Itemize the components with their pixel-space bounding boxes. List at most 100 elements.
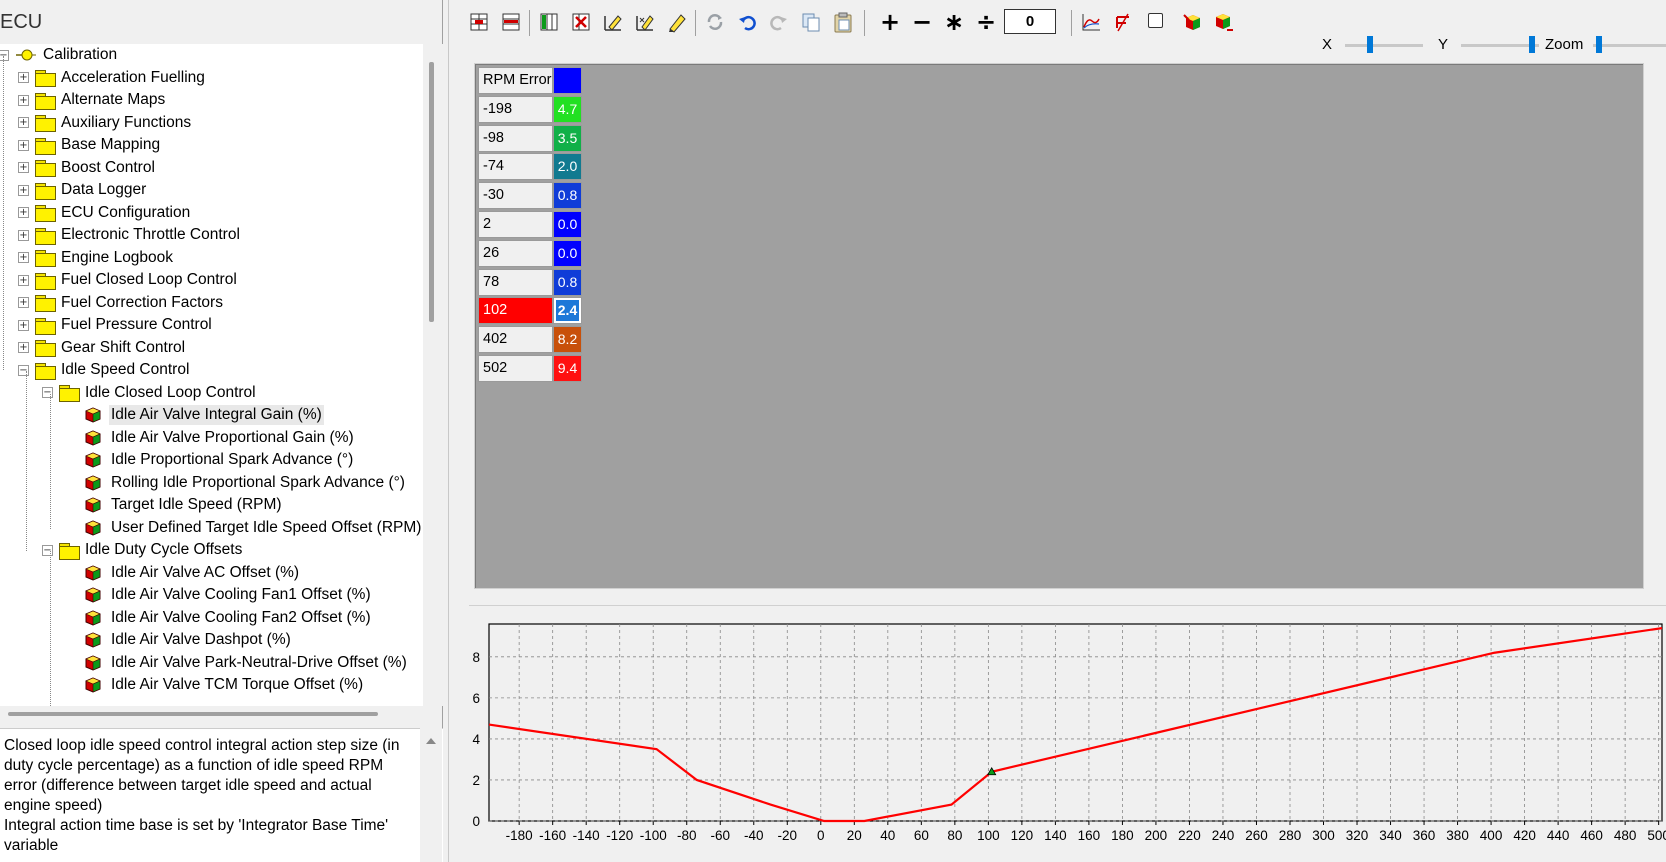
tree-folder[interactable]: + Acceleration Fuelling xyxy=(18,67,207,89)
x-slider-track[interactable] xyxy=(1345,44,1423,47)
table-value-cell[interactable]: 0.0 xyxy=(553,239,582,267)
tree-item[interactable]: Idle Air Valve AC Offset (%) xyxy=(66,562,301,584)
tree-item[interactable]: Idle Air Valve Proportional Gain (%) xyxy=(66,427,356,449)
collapse-icon[interactable]: − xyxy=(42,544,53,556)
calibration-tree[interactable]: − Calibration + Acceleration Fuelling + Alter… xyxy=(0,44,423,706)
expand-icon[interactable]: + xyxy=(18,229,29,241)
refresh-button[interactable] xyxy=(703,10,727,34)
collapse-icon[interactable]: − xyxy=(0,49,9,61)
tree-folder[interactable]: + Gear Shift Control xyxy=(18,337,187,359)
expand-icon[interactable]: + xyxy=(18,117,29,128)
multiply-button[interactable]: ∗ xyxy=(943,8,965,36)
description-scrollbar[interactable] xyxy=(420,728,442,862)
insert-row-button[interactable] xyxy=(467,10,491,34)
expand-icon[interactable]: + xyxy=(18,207,29,218)
table-rpm-cell[interactable]: 502 xyxy=(478,355,553,382)
plot-area[interactable] xyxy=(488,623,1663,822)
tree-vertical-scrollbar[interactable] xyxy=(423,44,443,706)
table-rpm-cell[interactable]: -198 xyxy=(478,95,553,123)
tree-item[interactable]: User Defined Target Idle Speed Offset (R… xyxy=(66,517,423,539)
undo-button[interactable] xyxy=(735,10,759,34)
tree-item[interactable]: Rolling Idle Proportional Spark Advance … xyxy=(66,472,407,494)
collapse-icon[interactable]: − xyxy=(42,387,53,398)
divide-button[interactable]: ÷ xyxy=(975,8,997,36)
tree-folder[interactable]: − Calibration xyxy=(0,44,119,66)
expand-icon[interactable]: + xyxy=(18,297,29,308)
smooth-button[interactable] xyxy=(1111,10,1135,34)
graph-view-button[interactable] xyxy=(1079,10,1103,34)
table-rpm-cell[interactable]: 2 xyxy=(478,211,553,238)
redo-button[interactable] xyxy=(767,10,791,34)
tree-folder[interactable]: + Data Logger xyxy=(18,179,148,201)
tree-folder[interactable]: + Auxiliary Functions xyxy=(18,112,193,134)
expand-icon[interactable]: + xyxy=(18,72,29,83)
scrollbar-thumb[interactable] xyxy=(429,62,434,322)
tree-item[interactable]: Idle Air Valve Integral Gain (%) xyxy=(66,404,324,426)
collapse-icon[interactable]: − xyxy=(18,364,29,376)
table-rpm-cell[interactable]: 102 xyxy=(478,297,553,325)
expand-icon[interactable]: + xyxy=(18,274,29,286)
tree-item[interactable]: Target Idle Speed (RPM) xyxy=(66,494,284,516)
tree-folder[interactable]: + Fuel Closed Loop Control xyxy=(18,269,239,291)
toolbar-checkbox[interactable] xyxy=(1148,13,1163,28)
tree-item[interactable]: Idle Air Valve Dashpot (%) xyxy=(66,629,293,651)
zoom-slider-thumb[interactable] xyxy=(1596,36,1603,53)
expand-icon[interactable]: + xyxy=(18,252,29,263)
operand-input[interactable]: 0 xyxy=(1004,9,1056,34)
y-slider-track[interactable] xyxy=(1461,44,1539,47)
expand-icon[interactable]: + xyxy=(18,139,29,151)
table-value-cell[interactable]: 2.0 xyxy=(553,153,582,181)
tree-item[interactable]: Idle Air Valve Park-Neutral-Drive Offset… xyxy=(66,652,409,674)
table-value-cell[interactable]: 9.4 xyxy=(553,355,582,382)
tree-item[interactable]: Idle Proportional Spark Advance (°) xyxy=(66,449,355,471)
expand-icon[interactable]: + xyxy=(18,162,29,173)
table-rpm-cell[interactable]: 402 xyxy=(478,326,553,354)
table-value-cell[interactable]: 2.4 xyxy=(553,297,582,325)
tree-folder[interactable]: + Boost Control xyxy=(18,157,157,179)
tree-item[interactable]: Idle Air Valve Cooling Fan2 Offset (%) xyxy=(66,607,373,629)
map-graph[interactable]: -180 -160 -140 -120 -100 -80 -60 -40 -20 0 20 40 60 8… xyxy=(469,606,1666,862)
read-from-ecu-button[interactable] xyxy=(1211,10,1235,34)
expand-icon[interactable]: + xyxy=(18,319,29,331)
tree-folder[interactable]: − Idle Speed Control xyxy=(18,359,191,381)
table-value-cell[interactable]: 8.2 xyxy=(553,326,582,354)
scrollbar-thumb[interactable] xyxy=(8,712,378,716)
expand-icon[interactable]: + xyxy=(18,94,29,106)
paste-button[interactable] xyxy=(831,10,855,34)
pencil-button[interactable] xyxy=(665,10,689,34)
table-value-cell[interactable]: 0.0 xyxy=(553,211,582,238)
delete-column-button[interactable] xyxy=(569,10,593,34)
add-button[interactable]: + xyxy=(879,8,901,36)
tree-folder[interactable]: + Engine Logbook xyxy=(18,247,175,269)
table-rpm-cell[interactable]: -74 xyxy=(478,153,553,181)
x-slider-thumb[interactable] xyxy=(1366,36,1373,53)
scroll-up-arrow-icon[interactable] xyxy=(426,738,436,744)
table-value-cell[interactable]: 4.7 xyxy=(553,95,582,123)
copy-button[interactable] xyxy=(799,10,823,34)
tree-folder[interactable]: + ECU Configuration xyxy=(18,202,192,224)
tree-folder[interactable]: + Alternate Maps xyxy=(18,89,167,111)
table-value-cell[interactable]: 0.8 xyxy=(553,182,582,210)
zoom-slider-track[interactable] xyxy=(1593,44,1666,47)
tree-folder[interactable]: + Fuel Pressure Control xyxy=(18,314,214,336)
expand-icon[interactable]: + xyxy=(18,184,29,196)
tree-folder[interactable]: − Idle Duty Cycle Offsets xyxy=(42,539,244,561)
edit-axis-all-button[interactable] xyxy=(633,10,657,34)
tree-folder[interactable]: + Base Mapping xyxy=(18,134,162,156)
tree-item[interactable]: Idle Air Valve Cooling Fan1 Offset (%) xyxy=(66,584,373,606)
insert-column-button[interactable] xyxy=(537,10,561,34)
tree-folder[interactable]: + Electronic Throttle Control xyxy=(18,224,242,246)
table-value-cell[interactable]: 0.8 xyxy=(553,268,582,296)
delete-row-button[interactable] xyxy=(499,10,523,34)
tree-folder[interactable]: + Fuel Correction Factors xyxy=(18,292,225,314)
edit-axis-button[interactable] xyxy=(601,10,625,34)
tree-folder[interactable]: − Idle Closed Loop Control xyxy=(42,382,258,404)
tree-horizontal-scrollbar[interactable] xyxy=(0,706,423,722)
table-rpm-cell[interactable]: -30 xyxy=(478,182,553,210)
subtract-button[interactable]: − xyxy=(911,8,933,36)
y-slider-thumb[interactable] xyxy=(1529,36,1536,53)
table-rpm-cell[interactable]: -98 xyxy=(478,124,553,152)
table-rpm-cell[interactable]: 78 xyxy=(478,268,553,296)
expand-icon[interactable]: + xyxy=(18,342,29,353)
table-value-cell[interactable]: 3.5 xyxy=(553,124,582,152)
